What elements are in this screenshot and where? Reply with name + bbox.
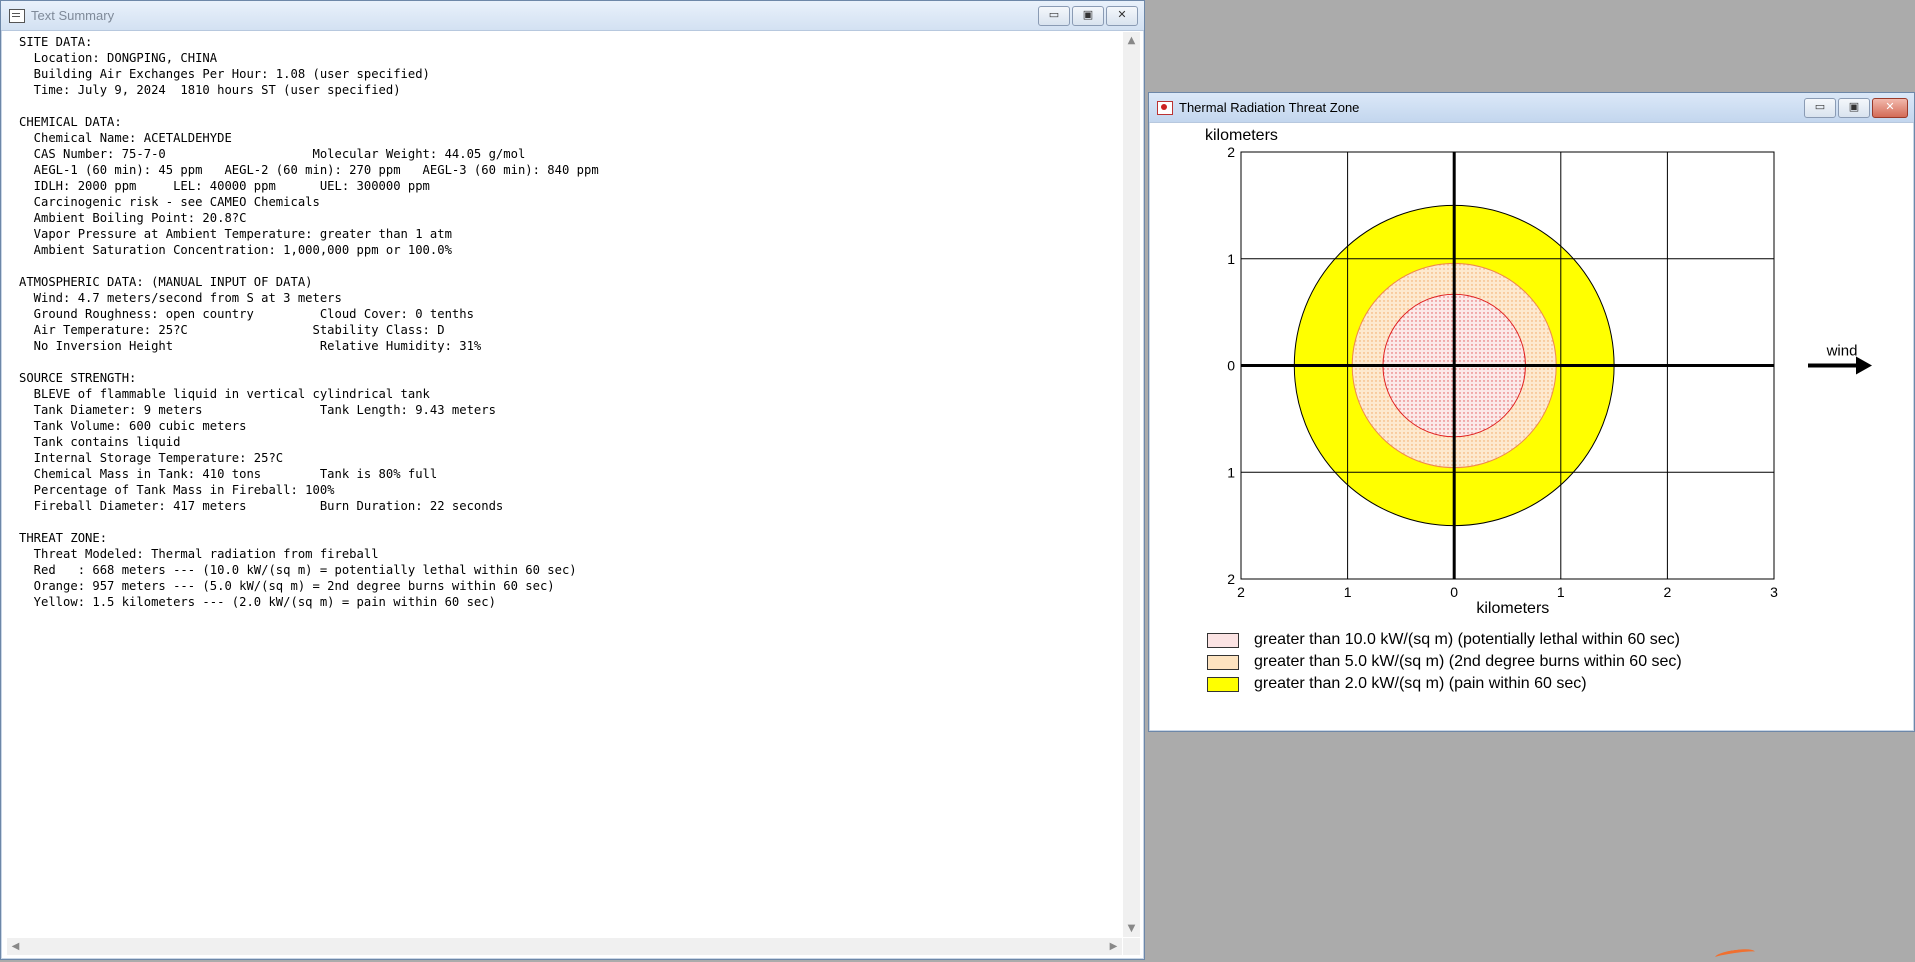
scroll-right-arrow-icon[interactable]: ▶ (1105, 938, 1122, 955)
y-tick-label: 0 (1227, 358, 1235, 374)
red-swatch (1207, 632, 1239, 648)
x-tick-label: 2 (1664, 584, 1672, 600)
x-tick-label: 3 (1770, 584, 1778, 600)
yellow-swatch (1207, 676, 1239, 692)
legend: greater than 10.0 kW/(sq m) (potentially… (1207, 629, 1682, 695)
legend-label-red: greater than 10.0 kW/(sq m) (potentially… (1254, 631, 1680, 648)
summary-text: SITE DATA: Location: DONGPING, CHINA Bui… (19, 35, 599, 609)
legend-item-yellow: greater than 2.0 kW/(sq m) (pain within … (1207, 673, 1682, 695)
threat-zone-window[interactable]: Thermal Radiation Threat Zone ▭ ▣ ✕ 2 1 0 1… (1148, 92, 1915, 732)
threat-window-title: Thermal Radiation Threat Zone (1179, 100, 1360, 115)
x-tick-label: 1 (1557, 584, 1565, 600)
legend-item-orange: greater than 5.0 kW/(sq m) (2nd degree b… (1207, 651, 1682, 673)
threat-zone-titlebar[interactable]: Thermal Radiation Threat Zone ▭ ▣ ✕ (1149, 93, 1914, 123)
legend-label-yellow: greater than 2.0 kW/(sq m) (pain within … (1254, 675, 1587, 692)
window-icon (9, 8, 25, 23)
x-tick-label: 1 (1344, 584, 1352, 600)
resize-grip-icon[interactable] (1123, 938, 1140, 955)
y-tick-label: 1 (1227, 464, 1235, 480)
x-tick-label: 0 (1450, 584, 1458, 600)
text-summary-window[interactable]: Text Summary ▭ ▣ ✕ SITE DATA: Location: … (0, 0, 1145, 960)
scroll-left-arrow-icon[interactable]: ◀ (7, 938, 24, 955)
wind-arrowhead-icon (1856, 356, 1872, 375)
maximize-button[interactable]: ▣ (1072, 5, 1104, 26)
legend-label-orange: greater than 5.0 kW/(sq m) (2nd degree b… (1254, 653, 1682, 670)
threat-window-icon (1157, 100, 1173, 115)
scroll-up-arrow-icon[interactable]: ▲ (1123, 32, 1140, 49)
close-button[interactable]: ✕ (1872, 97, 1908, 118)
scroll-down-arrow-icon[interactable]: ▼ (1123, 920, 1140, 937)
x-tick-label: 2 (1237, 584, 1245, 600)
orange-swatch (1207, 654, 1239, 670)
legend-item-red: greater than 10.0 kW/(sq m) (potentially… (1207, 629, 1682, 651)
threat-zone-plot: 2 1 0 1 2 3 2 1 0 1 2 kilometers kilometers wind grea… (1155, 124, 1908, 725)
vertical-scrollbar[interactable]: ▲ ▼ (1123, 32, 1140, 937)
minimize-button[interactable]: ▭ (1038, 5, 1070, 26)
y-tick-label: 2 (1227, 571, 1235, 587)
horizontal-scrollbar[interactable]: ◀ ▶ (7, 938, 1122, 955)
maximize-button[interactable]: ▣ (1838, 97, 1870, 118)
summary-text-area[interactable]: SITE DATA: Location: DONGPING, CHINA Bui… (7, 32, 1122, 937)
window-title: Text Summary (31, 8, 115, 23)
minimize-button[interactable]: ▭ (1804, 97, 1836, 118)
wind-label: wind (1826, 343, 1858, 360)
close-button[interactable]: ✕ (1106, 5, 1138, 26)
text-summary-titlebar[interactable]: Text Summary ▭ ▣ ✕ (1, 1, 1144, 31)
x-axis-label: kilometers (1476, 600, 1549, 617)
y-tick-label: 2 (1227, 144, 1235, 160)
y-tick-label: 1 (1227, 251, 1235, 267)
y-axis-label: kilometers (1205, 127, 1278, 144)
